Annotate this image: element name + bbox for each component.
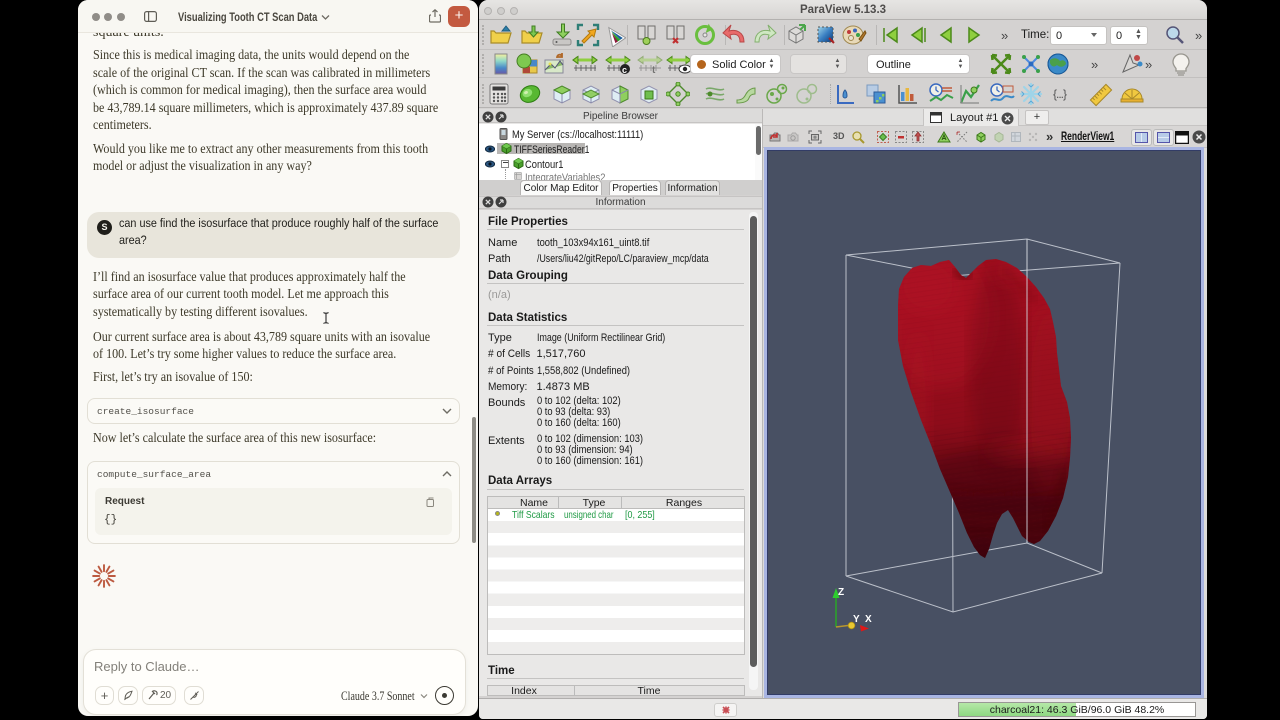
svg-text:t: t bbox=[652, 65, 656, 76]
svg-text:Z: Z bbox=[838, 587, 844, 598]
svg-text:c: c bbox=[622, 65, 627, 75]
svg-text:X: X bbox=[865, 614, 872, 625]
svg-text:Y: Y bbox=[853, 614, 860, 625]
